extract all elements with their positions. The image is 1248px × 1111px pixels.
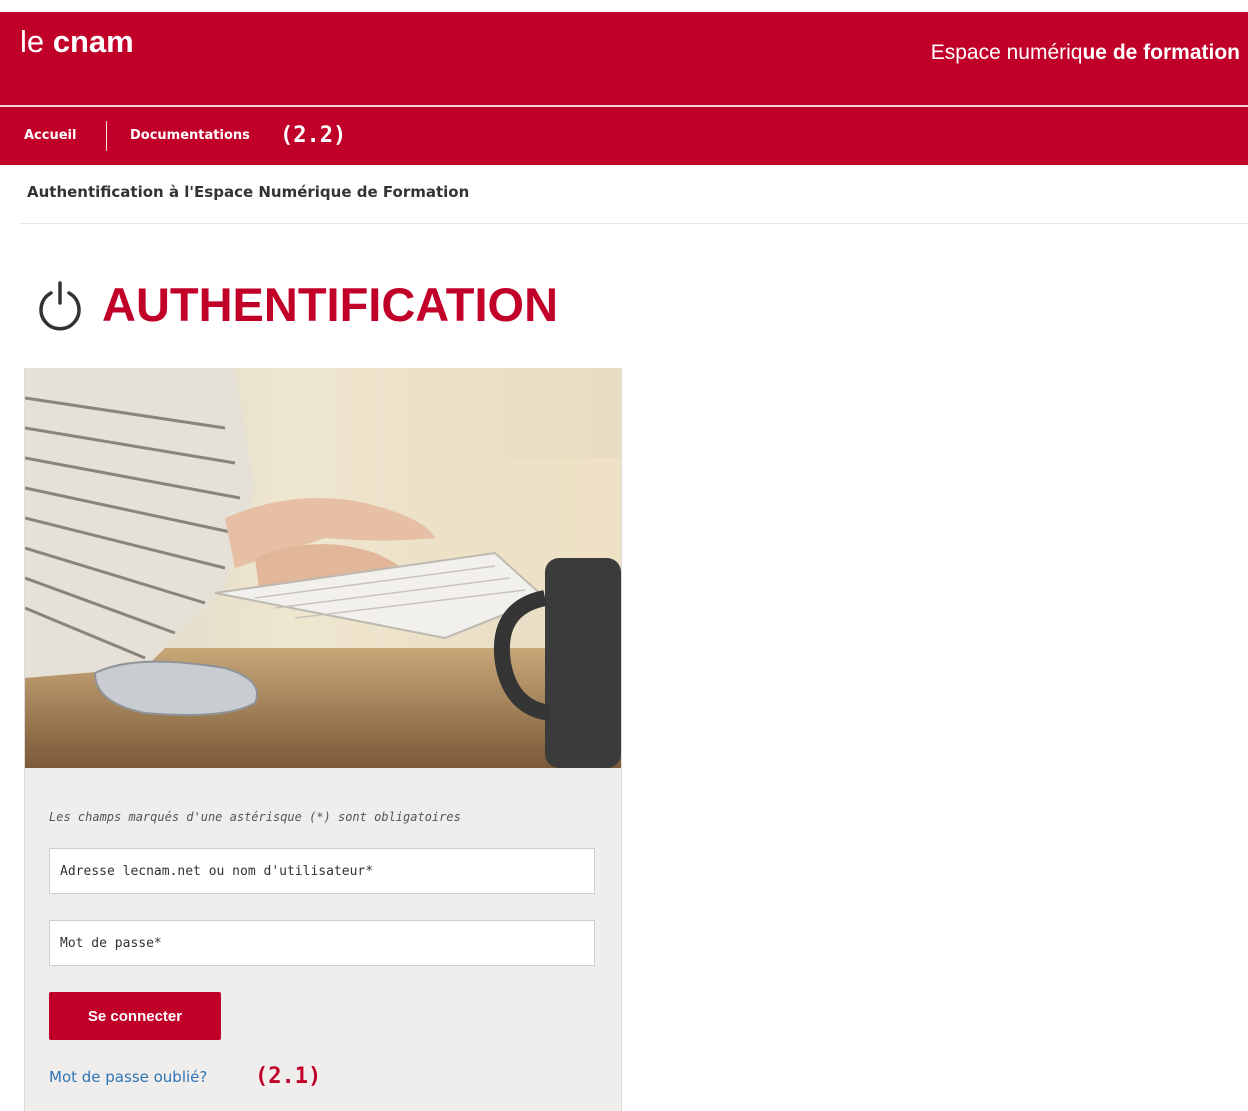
password-input[interactable] bbox=[50, 921, 594, 965]
nav-annotation: (2.2) bbox=[280, 123, 347, 148]
breadcrumb: Authentification à l'Espace Numérique de… bbox=[27, 183, 470, 201]
tagline-light: Espace numériq bbox=[930, 41, 1083, 64]
page-title: AUTHENTIFICATION bbox=[102, 278, 559, 331]
site-tagline: Espace numérique de formation bbox=[931, 40, 1240, 66]
login-panel: Les champs marqués d'une astérisque (*) … bbox=[24, 368, 622, 1111]
cnam-logo[interactable]: le cnam bbox=[20, 24, 134, 60]
breadcrumb-divider bbox=[20, 223, 1248, 224]
site-header: le cnam Espace numérique de formation bbox=[0, 12, 1248, 105]
power-icon bbox=[39, 281, 81, 331]
main-nav: Accueil Documentations (2.2) bbox=[0, 107, 1248, 165]
tagline-bold: ue de formation bbox=[1082, 41, 1240, 64]
nav-item-accueil[interactable]: Accueil bbox=[24, 107, 76, 165]
login-button[interactable]: Se connecter bbox=[49, 992, 221, 1040]
nav-separator bbox=[106, 121, 107, 151]
password-field[interactable] bbox=[49, 920, 595, 966]
logo-name: cnam bbox=[52, 24, 134, 59]
nav-item-documentations[interactable]: Documentations bbox=[130, 107, 250, 165]
logo-prefix: le bbox=[20, 24, 53, 59]
hero-image bbox=[25, 368, 621, 768]
username-input[interactable] bbox=[50, 849, 594, 893]
required-fields-note: Les champs marqués d'une astérisque (*) … bbox=[49, 810, 461, 824]
username-field[interactable] bbox=[49, 848, 595, 894]
forgot-annotation: (2.1) bbox=[255, 1064, 322, 1089]
forgot-password-link[interactable]: Mot de passe oublié? bbox=[49, 1068, 207, 1086]
